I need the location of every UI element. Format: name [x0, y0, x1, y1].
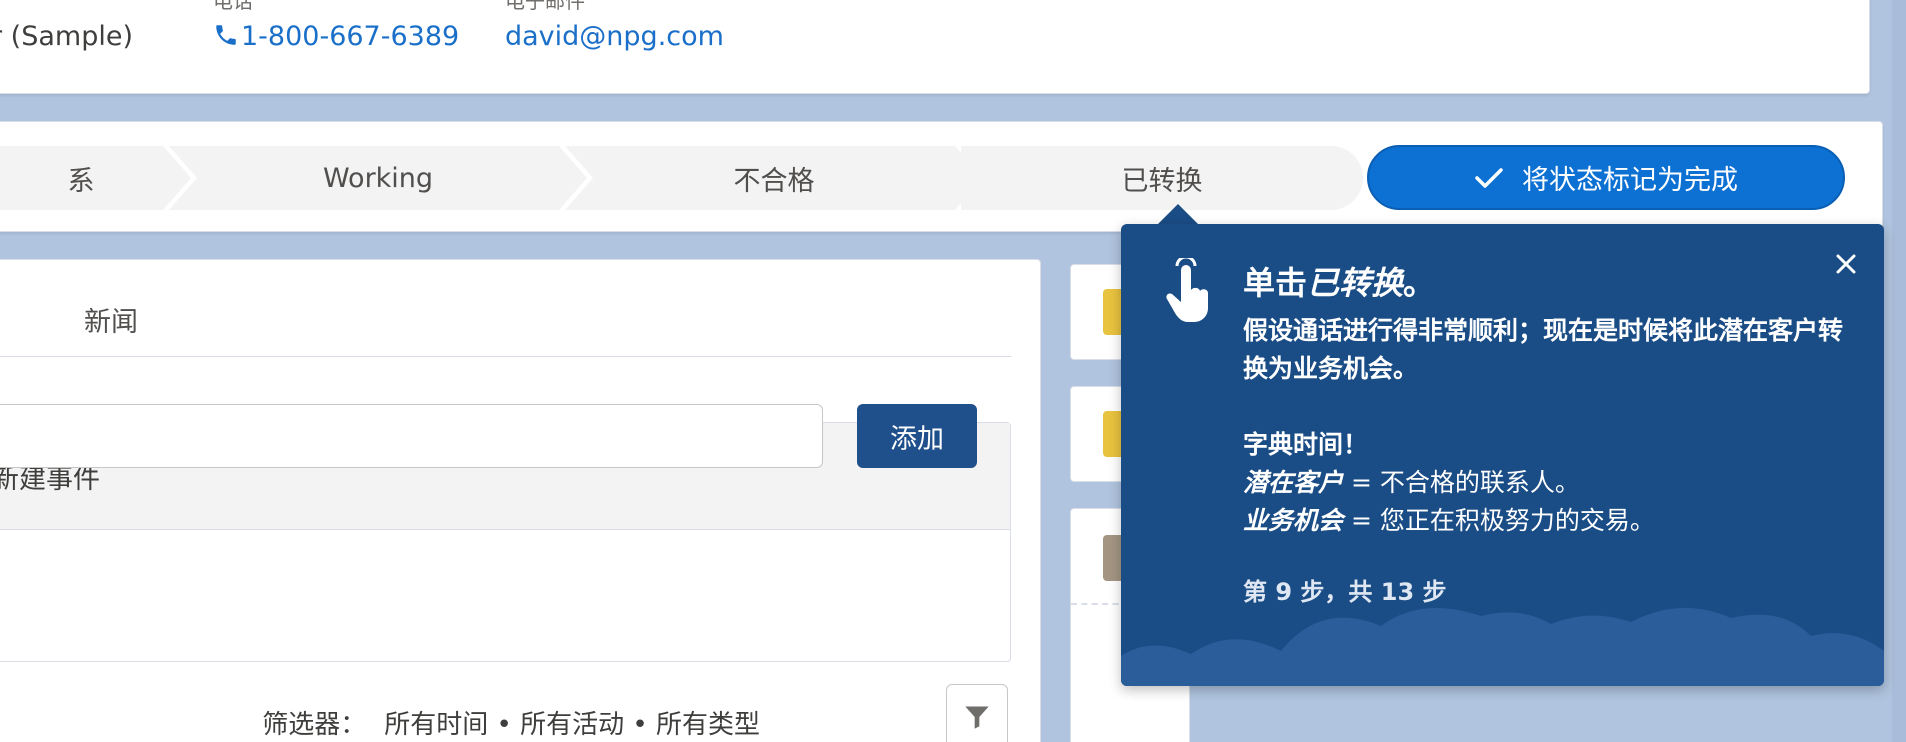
tab-news[interactable]: 新闻	[84, 300, 138, 339]
dictionary-entry-opportunity: 业务机会 = 您正在积极努力的交易。	[1243, 502, 1843, 540]
tab-divider	[0, 356, 1011, 357]
dictionary-term: 业务机会	[1243, 506, 1344, 535]
close-icon[interactable]	[1830, 248, 1862, 280]
popover-body-line1: 假设通话进行得非常顺利；现在是时候将此潜在客户转换为业务机会。	[1243, 316, 1844, 383]
right-scroll-edge	[1892, 0, 1906, 742]
popover-title: 单击已转换。	[1243, 258, 1435, 304]
mark-status-complete-button[interactable]: 将状态标记为完成	[1367, 145, 1845, 210]
popover-title-suffix: 。	[1403, 264, 1436, 302]
stage-contacted[interactable]: 系	[0, 146, 191, 210]
stage-working[interactable]: Working	[169, 146, 587, 210]
walkthrough-popover: 单击已转换。 假设通话进行得非常顺利；现在是时候将此潜在客户转换为业务机会。 字…	[1121, 224, 1884, 686]
dictionary-entry-lead: 潜在客户 = 不合格的联系人。	[1243, 464, 1843, 502]
event-subject-input[interactable]	[0, 404, 823, 468]
dictionary-definition: = 您正在积极努力的交易。	[1343, 506, 1655, 535]
popover-title-prefix: 单击	[1243, 264, 1308, 302]
popover-title-emphasis: 已转换	[1307, 264, 1404, 302]
email-label: 电子邮件	[505, 0, 585, 13]
path-stages: 系 Working 不合格 已转换	[0, 146, 1371, 210]
activity-card: 新闻 新建事件 添加 筛选器： 所有时间 • 所有活动 • 所有类型	[0, 259, 1041, 742]
phone-value: 1-800-667-6389	[241, 21, 460, 52]
filter-label: 筛选器：	[262, 710, 367, 740]
filter-row: 筛选器： 所有时间 • 所有活动 • 所有类型	[262, 704, 760, 741]
mark-status-complete-label: 将状态标记为完成	[1522, 165, 1738, 196]
dictionary-heading: 字典时间！	[1243, 430, 1369, 459]
dictionary-definition: = 不合格的联系人。	[1343, 468, 1580, 497]
record-header-card: r (Sample) 电话 1-800-667-6389 电子邮件 david@…	[0, 0, 1870, 94]
add-button[interactable]: 添加	[857, 404, 977, 468]
path-card: 系 Working 不合格 已转换 将状态标记为完成	[0, 121, 1883, 232]
phone-link[interactable]: 1-800-667-6389	[213, 21, 459, 52]
filter-value[interactable]: 所有时间 • 所有活动 • 所有类型	[384, 710, 760, 740]
email-link[interactable]: david@npg.com	[505, 21, 724, 52]
clouds-decoration	[1121, 607, 1884, 686]
stage-unqualified[interactable]: 不合格	[565, 146, 983, 210]
stage-converted[interactable]: 已转换	[961, 146, 1363, 210]
phone-label: 电话	[213, 0, 253, 13]
dictionary-term: 潜在客户	[1243, 468, 1344, 497]
checkmark-icon	[1475, 167, 1503, 188]
popover-nub	[1156, 204, 1200, 226]
popover-body: 假设通话进行得非常顺利；现在是时候将此潜在客户转换为业务机会。 字典时间！ 潜在…	[1243, 312, 1843, 540]
record-title-fragment: r (Sample)	[0, 21, 133, 52]
tap-hand-icon	[1163, 255, 1211, 328]
phone-icon	[213, 22, 239, 48]
filter-icon	[965, 706, 989, 729]
filter-button[interactable]	[946, 684, 1008, 742]
